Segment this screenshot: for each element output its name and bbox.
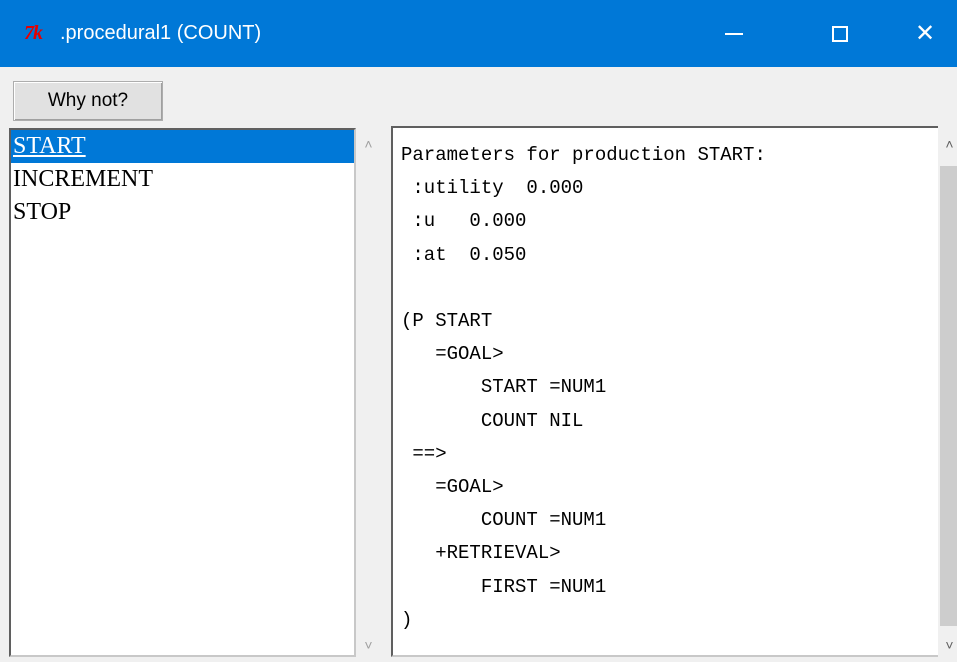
tk-logo-icon: 7k [24, 22, 43, 44]
detail-line: Parameters for production START: [401, 144, 766, 166]
close-icon: ✕ [914, 20, 936, 47]
detail-line: +RETRIEVAL> [401, 542, 561, 565]
detail-line: ) [401, 608, 413, 631]
title-bar[interactable]: 7k .procedural1 (COUNT) ✕ [0, 0, 957, 67]
list-item-start[interactable]: START [11, 130, 354, 163]
maximize-button[interactable] [808, 0, 872, 67]
detail-line: START =NUM1 [401, 376, 607, 399]
details-scrollbar[interactable]: ˄ ˅ [938, 128, 957, 657]
scroll-down-arrow-icon[interactable]: ˅ [357, 635, 380, 655]
detail-line: COUNT NIL [401, 409, 584, 432]
scroll-up-arrow-icon[interactable]: ˄ [357, 134, 380, 154]
detail-line: COUNT =NUM1 [401, 509, 607, 532]
production-list-scrollbar[interactable]: ˄ ˅ [357, 128, 380, 657]
detail-line: =GOAL> [401, 476, 504, 499]
detail-line: (P START [401, 310, 493, 333]
detail-line: ==> [401, 442, 447, 465]
minimize-button[interactable] [702, 0, 766, 67]
window-title: .procedural1 (COUNT) [60, 22, 262, 44]
detail-line [401, 272, 766, 305]
minimize-icon [725, 32, 743, 35]
detail-line: :u 0.000 [401, 210, 527, 233]
scrollbar-thumb[interactable] [940, 166, 957, 626]
production-list[interactable]: START INCREMENT STOP [9, 128, 356, 657]
production-details-content: Parameters for production START: :utilit… [401, 139, 766, 637]
maximize-icon [832, 25, 848, 42]
scroll-down-arrow-icon[interactable]: ˅ [938, 635, 957, 655]
detail-line: FIRST =NUM1 [401, 575, 607, 598]
list-item-increment[interactable]: INCREMENT [11, 163, 354, 196]
scroll-up-arrow-icon[interactable]: ˄ [938, 134, 957, 154]
detail-line: =GOAL> [401, 343, 504, 366]
close-button[interactable]: ✕ [893, 0, 957, 67]
detail-line: :utility 0.000 [401, 177, 584, 200]
list-item-stop[interactable]: STOP [11, 196, 354, 229]
production-details-text[interactable]: Parameters for production START: :utilit… [391, 126, 938, 657]
why-not-button[interactable]: Why not? [13, 81, 163, 121]
detail-line: :at 0.050 [401, 243, 527, 266]
